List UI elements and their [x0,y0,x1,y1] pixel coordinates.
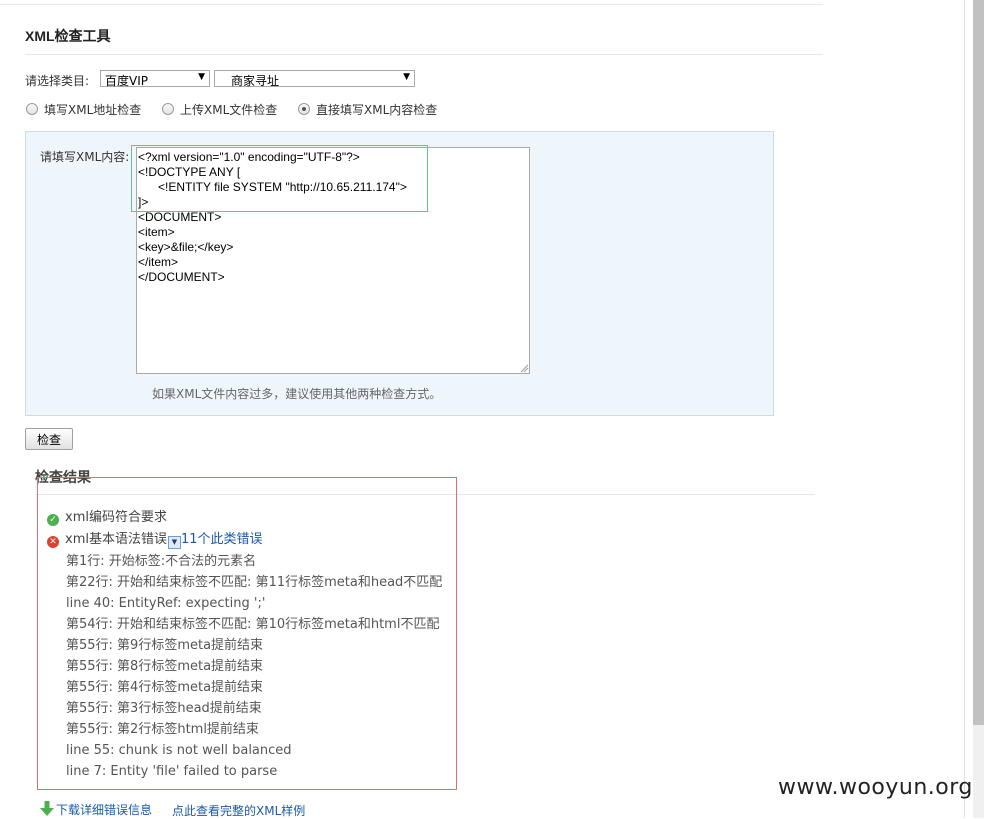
subcategory-select-value: 商家寻址 [231,74,280,88]
radio-label: 上传XML文件检查 [180,103,278,117]
radio-label: 直接填写XML内容检查 [316,103,438,117]
download-errors-link[interactable]: 下载详细错误信息 [40,801,152,818]
download-link-label: 下载详细错误信息 [56,803,153,817]
resize-grip-icon[interactable] [519,363,529,373]
watermark: www.wooyun.org [778,775,973,800]
radio-upload-check[interactable]: 上传XML文件检查 [162,101,277,118]
radio-button[interactable] [26,103,38,115]
radio-direct-check[interactable]: 直接填写XML内容检查 [298,101,437,118]
radio-url-check[interactable]: 填写XML地址检查 [26,101,141,118]
subcategory-select[interactable]: 商家寻址 ▼ [214,70,415,88]
check-button[interactable]: 检查 [25,428,73,450]
top-divider [0,4,823,5]
xml-content-label: 请填写XML内容: [40,150,130,164]
scrollbar-thumb[interactable] [973,0,984,725]
page-title: XML检查工具 [25,28,111,44]
category-select-value: 百度VIP [105,74,148,88]
category-label: 请选择类目: [25,74,90,88]
doctype-highlight-box [131,145,428,212]
download-arrow-icon [40,801,54,816]
xml-sample-link[interactable]: 点此查看完整的XML样例 [172,802,305,819]
chevron-down-icon: ▼ [403,72,410,82]
radio-label: 填写XML地址检查 [44,103,142,117]
content-right-border [964,0,965,818]
results-highlight-box [37,477,457,790]
chevron-down-icon: ▼ [198,72,205,82]
category-select[interactable]: 百度VIP ▼ [100,70,210,88]
radio-button-selected[interactable] [298,103,310,115]
title-divider [25,54,823,55]
hint-text: 如果XML文件内容过多，建议使用其他两种检查方式。 [152,387,442,401]
radio-button[interactable] [162,103,174,115]
